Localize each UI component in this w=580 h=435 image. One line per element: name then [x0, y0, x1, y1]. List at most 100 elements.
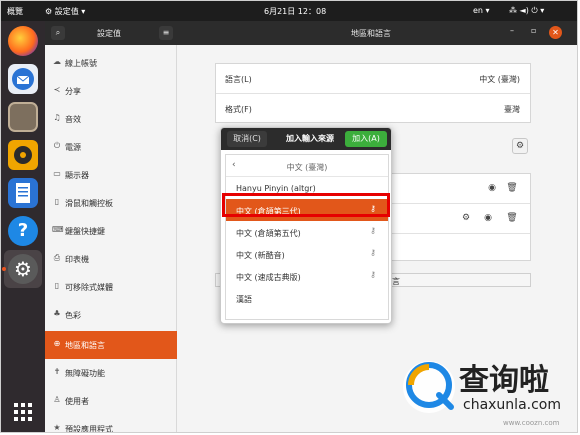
- app-menu[interactable]: ⚙ 設定值 ▾: [45, 6, 85, 17]
- star-icon: ★: [53, 423, 61, 432]
- system-menu[interactable]: ⁂ ◄) ⏻ ▾: [509, 6, 544, 16]
- accessibility-icon: ✝: [53, 367, 61, 376]
- writer-icon[interactable]: [8, 178, 38, 208]
- settings-sidebar: ☁ 線上帳號 ≺ 分享 ♫ 音效 ⏻ 電源 ▭ 顯示器 ▯ 滑鼠和觸控板 ⌨ 鍵盤快捷鍵 ⎙ 印…: [45, 45, 177, 433]
- power-icon: ⏻: [531, 6, 538, 15]
- gear-icon: ⚙: [515, 141, 525, 151]
- close-icon[interactable]: ✕: [549, 26, 562, 39]
- cloud-icon: ☁: [53, 57, 61, 66]
- sidebar-item-keyboard[interactable]: ⌨ 鍵盤快捷鍵: [45, 217, 177, 245]
- sidebar-title: 設定值: [97, 29, 121, 38]
- activities-button[interactable]: 概覽: [7, 6, 23, 17]
- sidebar-item-power[interactable]: ⏻ 電源: [45, 133, 177, 161]
- add-button[interactable]: 加入(A): [345, 131, 387, 147]
- music-icon: ♫: [53, 113, 61, 122]
- watermark-domain: chaxunla.com: [463, 397, 561, 413]
- sidebar-item-accessibility[interactable]: ✝ 無障礙功能: [45, 359, 177, 387]
- sidebar-item-sharing[interactable]: ≺ 分享: [45, 77, 177, 105]
- list-header-label: 中文 (臺灣): [286, 163, 328, 172]
- sidebar-item-default-apps[interactable]: ★ 預設應用程式: [45, 415, 177, 433]
- sidebar-item-label: 地區和語言: [65, 341, 105, 350]
- keyboard-icon: ⌨: [52, 225, 64, 234]
- sidebar-item-displays[interactable]: ▭ 顯示器: [45, 161, 177, 189]
- sidebar-item-label: 可移除式媒體: [65, 283, 113, 292]
- chevron-down-icon: ▾: [485, 6, 490, 15]
- list-item-label: Hanyu Pinyin (altgr): [236, 184, 316, 193]
- cancel-button[interactable]: 取消(C): [227, 131, 267, 147]
- rhythmbox-icon[interactable]: [8, 140, 38, 170]
- watermark-brand: 查询啦: [459, 363, 549, 398]
- firefox-icon[interactable]: [8, 26, 38, 56]
- mouse-icon: ▯: [54, 197, 60, 206]
- list-item[interactable]: 漢語: [226, 287, 388, 309]
- dock: ? ⚙: [1, 21, 45, 432]
- app-menu-label: 設定值: [54, 7, 79, 16]
- sidebar-item-label: 印表機: [65, 255, 89, 264]
- hamburger-menu-icon[interactable]: ≡: [159, 26, 173, 40]
- share-icon: ≺: [53, 85, 61, 94]
- sidebar-item-label: 線上帳號: [65, 59, 97, 68]
- list-item-label: 中文 (速成古典版): [236, 273, 301, 282]
- top-bar: 概覽 ⚙ 設定值 ▾ 6月21日 12：08 en ▾ ⁂ ◄) ⏻ ▾: [1, 1, 577, 21]
- printer-icon: ⎙: [53, 253, 61, 262]
- formats-row[interactable]: 格式(F) 臺灣: [216, 94, 530, 122]
- language-code: en: [473, 6, 483, 15]
- list-item[interactable]: 中文 (速成古典版) ⚷: [226, 265, 388, 287]
- window-title: 地區和語言: [351, 29, 391, 38]
- sidebar-item-label: 滑鼠和觸控板: [65, 199, 113, 208]
- removable-media-icon: ▯: [54, 281, 60, 290]
- input-source-options-button[interactable]: ⚙: [512, 138, 528, 154]
- sidebar-item-users[interactable]: ♙ 使用者: [45, 387, 177, 415]
- language-value: 中文 (臺灣): [479, 75, 520, 84]
- eye-icon[interactable]: ◉: [484, 181, 500, 197]
- dialog-title: 加入輸入來源: [286, 134, 334, 143]
- trash-icon[interactable]: 🗑: [504, 211, 520, 227]
- sidebar-item-sound[interactable]: ♫ 音效: [45, 105, 177, 133]
- key-icon: ⚷: [370, 248, 376, 257]
- sidebar-item-region-language[interactable]: ⊕ 地區和語言: [45, 331, 177, 359]
- files-icon[interactable]: [8, 102, 38, 132]
- sidebar-item-color[interactable]: ♣ 色彩: [45, 301, 177, 329]
- language-label: 語言(L): [225, 75, 252, 84]
- sidebar-item-online-accounts[interactable]: ☁ 線上帳號: [45, 49, 177, 77]
- list-item[interactable]: 中文 (新酷音) ⚷: [226, 243, 388, 265]
- globe-icon: ⊕: [53, 339, 61, 348]
- language-row[interactable]: 語言(L) 中文 (臺灣): [216, 64, 530, 94]
- list-back-row[interactable]: ‹ 中文 (臺灣): [226, 155, 388, 177]
- help-icon[interactable]: ?: [8, 216, 38, 246]
- sidebar-item-removable-media[interactable]: ▯ 可移除式媒體: [45, 273, 177, 301]
- screen: 概覽 ⚙ 設定值 ▾ 6月21日 12：08 en ▾ ⁂ ◄) ⏻ ▾ ? ⚙…: [0, 0, 578, 433]
- language-format-card: 語言(L) 中文 (臺灣) 格式(F) 臺灣: [215, 63, 531, 123]
- sidebar-item-label: 分享: [65, 87, 81, 96]
- sidebar-item-label: 無障礙功能: [65, 369, 105, 378]
- clock[interactable]: 6月21日 12：08: [264, 6, 326, 17]
- list-item-label: 中文 (倉頡第五代): [236, 229, 301, 238]
- show-applications-icon[interactable]: [8, 397, 38, 427]
- volume-icon: ◄): [519, 6, 529, 15]
- user-icon: ♙: [53, 395, 61, 404]
- search-icon[interactable]: ⌕: [51, 26, 65, 40]
- settings-icon[interactable]: ⚙: [8, 254, 38, 284]
- input-language-indicator[interactable]: en ▾: [473, 6, 490, 15]
- sidebar-item-printers[interactable]: ⎙ 印表機: [45, 245, 177, 273]
- list-item[interactable]: 中文 (倉頡第五代) ⚷: [226, 221, 388, 243]
- eye-icon[interactable]: ◉: [480, 211, 496, 227]
- trash-icon[interactable]: 🗑: [504, 181, 520, 197]
- minimize-icon[interactable]: –: [510, 26, 514, 35]
- thunderbird-icon[interactable]: [8, 64, 38, 94]
- list-item-label: 中文 (新酷音): [236, 251, 285, 260]
- gear-icon[interactable]: ⚙: [458, 211, 474, 227]
- input-source-row[interactable]: ⚙ ◉ 🗑: [392, 204, 530, 234]
- highlight-annotation: [222, 193, 390, 217]
- maximize-icon[interactable]: ▫: [531, 26, 536, 35]
- add-input-source-dialog: 取消(C) 加入輸入來源 加入(A) ‹ 中文 (臺灣) Hanyu Pinyi…: [220, 127, 392, 324]
- sidebar-item-mouse[interactable]: ▯ 滑鼠和觸控板: [45, 189, 177, 217]
- input-source-row[interactable]: ◉ 🗑: [392, 174, 530, 204]
- chevron-down-icon: ▾: [540, 6, 545, 15]
- key-icon: ⚷: [370, 226, 376, 235]
- manage-languages-label: 言: [392, 277, 400, 286]
- power-icon: ⏻: [53, 141, 61, 150]
- sidebar-item-label: 預設應用程式: [65, 425, 113, 433]
- sidebar-item-label: 使用者: [65, 397, 89, 406]
- gear-icon: ⚙: [45, 7, 53, 16]
